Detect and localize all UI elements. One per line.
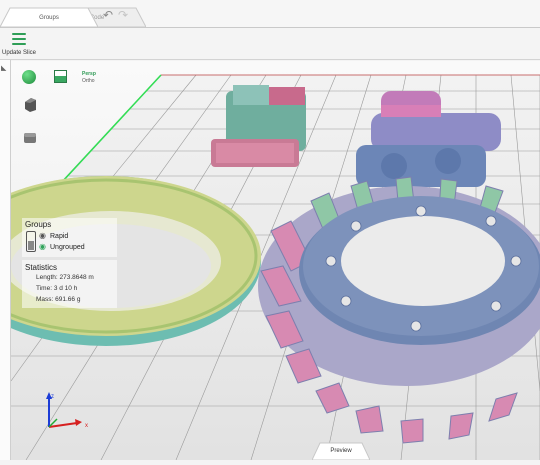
perspective-toggle[interactable]: Persp	[82, 71, 96, 77]
stat-mass: Mass: 691.66 g	[36, 296, 81, 303]
statistics-title: Statistics	[25, 263, 58, 272]
collapse-arrow-icon[interactable]: ◣	[1, 64, 8, 72]
tab-preview[interactable]: Preview	[311, 442, 371, 461]
orthographic-toggle[interactable]: Ortho	[82, 78, 95, 84]
update-slice-label[interactable]: Update Slice	[2, 50, 36, 56]
left-side-panel[interactable]: ◣	[0, 60, 11, 460]
toolbar-divider	[0, 59, 540, 60]
layer-view-button[interactable]	[54, 70, 67, 83]
axis-x-label: x	[85, 423, 88, 429]
hamburger-menu-icon[interactable]	[12, 33, 26, 45]
eye-icon[interactable]: ◉	[39, 242, 50, 251]
redo-icon[interactable]: ↷	[118, 9, 130, 21]
groups-title: Groups	[25, 220, 52, 229]
group-item-ungrouped[interactable]: ◉ Ungrouped	[39, 242, 85, 251]
group-item-rapid[interactable]: ◉ Rapid	[39, 231, 68, 240]
group-item-label: Ungrouped	[50, 244, 85, 251]
tab-groups-label: Groups	[39, 15, 59, 21]
tabbar-divider	[0, 27, 540, 28]
tab-preview-label: Preview	[330, 448, 352, 454]
statistics-panel: Statistics Length: 273.8648 m Time: 3 d …	[22, 260, 117, 308]
tab-groups[interactable]: Groups	[0, 7, 98, 27]
eye-icon[interactable]: ◉	[39, 231, 50, 240]
stat-time: Time: 3 d 10 h	[36, 285, 78, 292]
box-view-icon[interactable]	[23, 132, 37, 144]
stat-length: Length: 273.8648 m	[36, 274, 94, 281]
groups-panel: Groups ◉ Rapid ◉ Ungrouped	[22, 218, 117, 257]
axis-z-label: z	[51, 394, 54, 400]
device-icon	[26, 231, 36, 252]
group-item-label: Rapid	[50, 233, 69, 240]
cube-view-icon[interactable]	[23, 97, 37, 113]
axis-gizmo: z x	[46, 392, 88, 429]
tab-bar: Code Groups ↶ ↷	[0, 0, 540, 27]
view-mode-button[interactable]	[22, 70, 36, 84]
undo-icon[interactable]: ↶	[103, 9, 115, 21]
